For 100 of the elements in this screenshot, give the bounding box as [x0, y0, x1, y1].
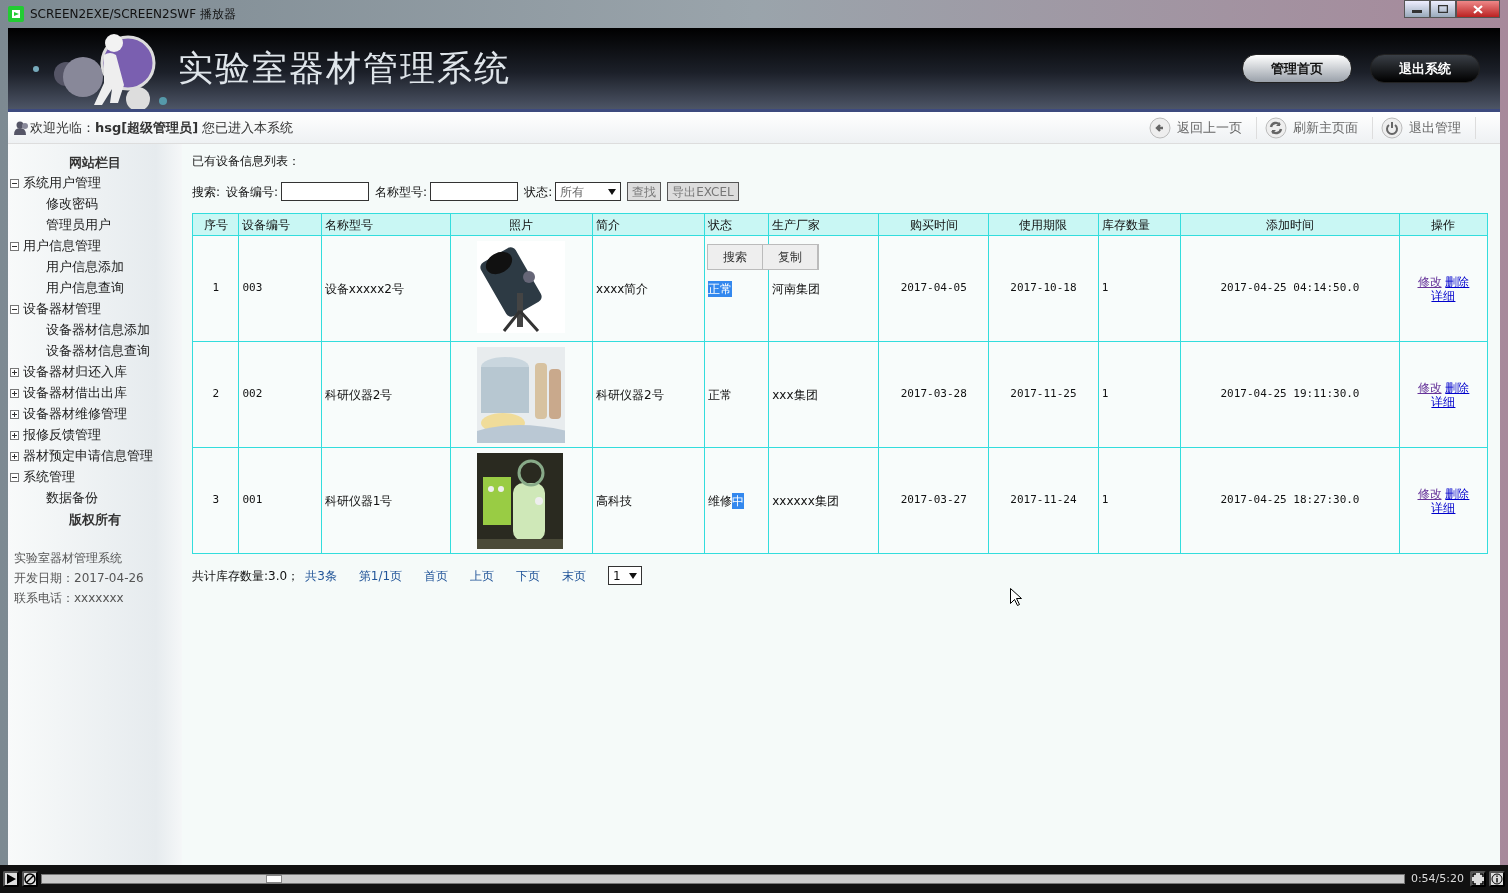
field-label: 状态: [524, 183, 553, 201]
table-cell: 003 [238, 235, 322, 342]
input-field[interactable] [281, 182, 370, 201]
maximize-button[interactable] [1430, 0, 1456, 18]
expand-icon[interactable] [10, 452, 19, 461]
close-icon [1473, 4, 1483, 14]
sidebar-heading: 网站栏目 [68, 154, 122, 172]
expand-icon[interactable] [10, 431, 19, 440]
action-link[interactable]: 修改 [1417, 380, 1442, 395]
app-icon [8, 6, 24, 22]
sidebar-item[interactable]: 系统用户管理 [23, 174, 101, 193]
collapse-icon[interactable] [10, 179, 19, 188]
collapse-icon[interactable] [10, 242, 19, 251]
toolbar-button[interactable]: 返回上一页 [1141, 116, 1257, 139]
nav-button[interactable]: 管理首页 [1242, 53, 1352, 84]
sidebar-subitem[interactable]: 设备器材信息添加 [46, 321, 150, 340]
sidebar-subitem[interactable]: 修改密码 [46, 195, 98, 214]
input-field[interactable] [430, 182, 519, 201]
column-header: 操作 [1399, 213, 1488, 236]
pager-link[interactable]: 首页 [424, 566, 449, 585]
field-label: 名称型号: [375, 183, 428, 201]
action-link[interactable]: 详细 [1431, 394, 1456, 409]
action-link[interactable]: 详细 [1431, 500, 1456, 515]
table-cell: 1 [1098, 341, 1181, 448]
collapse-icon[interactable] [10, 473, 19, 482]
summary-text: 共计库存数量:3.0； [192, 567, 300, 585]
power-icon [1381, 116, 1403, 139]
column-header: 简介 [592, 213, 705, 236]
table-cell: 高科技 [592, 447, 705, 554]
toolbar-button[interactable]: 退出管理 [1373, 116, 1476, 139]
info-icon [1491, 873, 1503, 885]
sidebar-subitem[interactable]: 数据备份 [46, 489, 98, 508]
sidebar-item[interactable]: 设备器材归还入库 [23, 363, 127, 382]
welcome-text: 欢迎光临：hsg[超级管理员] 您已进入本系统 [30, 118, 294, 137]
pager-link[interactable]: 第1/1页 [358, 566, 403, 585]
pager-link[interactable]: 上页 [470, 566, 495, 585]
column-header: 购买时间 [878, 213, 989, 236]
nav-button[interactable]: 退出系统 [1370, 53, 1480, 84]
footer-text: 开发日期：2017-04-26 [14, 570, 145, 587]
action-link[interactable]: 详细 [1431, 288, 1456, 303]
pager-link[interactable]: 末页 [562, 566, 587, 585]
collapse-icon[interactable] [10, 305, 19, 314]
toolbar-button[interactable]: 刷新主页面 [1257, 116, 1373, 139]
field-label: 设备编号: [226, 183, 279, 201]
column-header: 添加时间 [1180, 213, 1400, 236]
sidebar-item[interactable]: 器材预定申请信息管理 [23, 447, 153, 466]
table-cell: 2017-10-18 [988, 235, 1099, 342]
action-link[interactable]: 删除 [1445, 486, 1470, 501]
sidebar-subitem[interactable]: 设备器材信息查询 [46, 342, 150, 361]
user-icon [14, 120, 30, 135]
sidebar-item[interactable]: 设备器材管理 [23, 300, 101, 319]
expand-icon[interactable] [10, 368, 19, 377]
close-button[interactable] [1456, 0, 1500, 18]
expand-icon[interactable] [10, 410, 19, 419]
play-button[interactable] [3, 871, 19, 887]
stop-button[interactable] [22, 871, 38, 887]
playback-time: 0:54/5:20 [1409, 870, 1465, 887]
minimize-button[interactable] [1404, 0, 1430, 18]
pager-link[interactable]: 下页 [516, 566, 541, 585]
column-header: 库存数量 [1098, 213, 1181, 236]
table-cell: 科研仪器2号 [592, 341, 705, 448]
table-cell: 2017-03-28 [878, 341, 989, 448]
table-cell: 2017-03-27 [878, 447, 989, 554]
dropdown-caret-icon [608, 188, 617, 195]
sidebar-heading: 版权所有 [68, 511, 122, 529]
footer-text: 联系电话：xxxxxxx [14, 590, 125, 607]
status-select[interactable]: 所有 [555, 182, 622, 201]
table-cell: 1 [1098, 235, 1181, 342]
table-cell: 2017-04-05 [878, 235, 989, 342]
table-cell: 3 [192, 447, 239, 554]
sidebar-subitem[interactable]: 管理员用户 [46, 216, 111, 235]
sidebar-subitem[interactable]: 用户信息添加 [46, 258, 124, 277]
page-title: 实验室器材管理系统 [178, 47, 511, 91]
sidebar-item[interactable]: 系统管理 [23, 468, 75, 487]
section-heading: 已有设备信息列表： [192, 153, 301, 170]
action-link[interactable]: 删除 [1445, 274, 1470, 289]
table-cell: 科研仪器2号 [321, 341, 451, 448]
sidebar-item[interactable]: 报修反馈管理 [23, 426, 101, 445]
info-button[interactable] [1489, 871, 1505, 887]
table-cell: 001 [238, 447, 322, 554]
footer-text: 实验室器材管理系统 [14, 550, 123, 567]
search-button[interactable]: 查找 [627, 182, 662, 201]
pager-link[interactable]: 共3条 [305, 566, 337, 585]
play-icon [6, 874, 16, 884]
table-cell: 2017-04-25 04:14:50.0 [1180, 235, 1400, 342]
page-select[interactable]: 1 [608, 566, 643, 585]
maximize-icon [1438, 5, 1448, 13]
table-cell: 2017-11-25 [988, 341, 1099, 448]
sidebar-subitem[interactable]: 用户信息查询 [46, 279, 124, 298]
seek-thumb[interactable] [265, 875, 282, 883]
table-cell: xxxxxx集团 [768, 447, 879, 554]
search-label: 搜索: [192, 183, 221, 201]
sidebar-item[interactable]: 设备器材维修管理 [23, 405, 127, 424]
action-link[interactable]: 修改 [1417, 486, 1442, 501]
expand-icon[interactable] [10, 389, 19, 398]
action-link[interactable]: 修改 [1417, 274, 1442, 289]
table-cell: 2 [192, 341, 239, 448]
sidebar-item[interactable]: 用户信息管理 [23, 237, 101, 256]
action-link[interactable]: 删除 [1445, 380, 1470, 395]
sidebar-item[interactable]: 设备器材借出出库 [23, 384, 127, 403]
